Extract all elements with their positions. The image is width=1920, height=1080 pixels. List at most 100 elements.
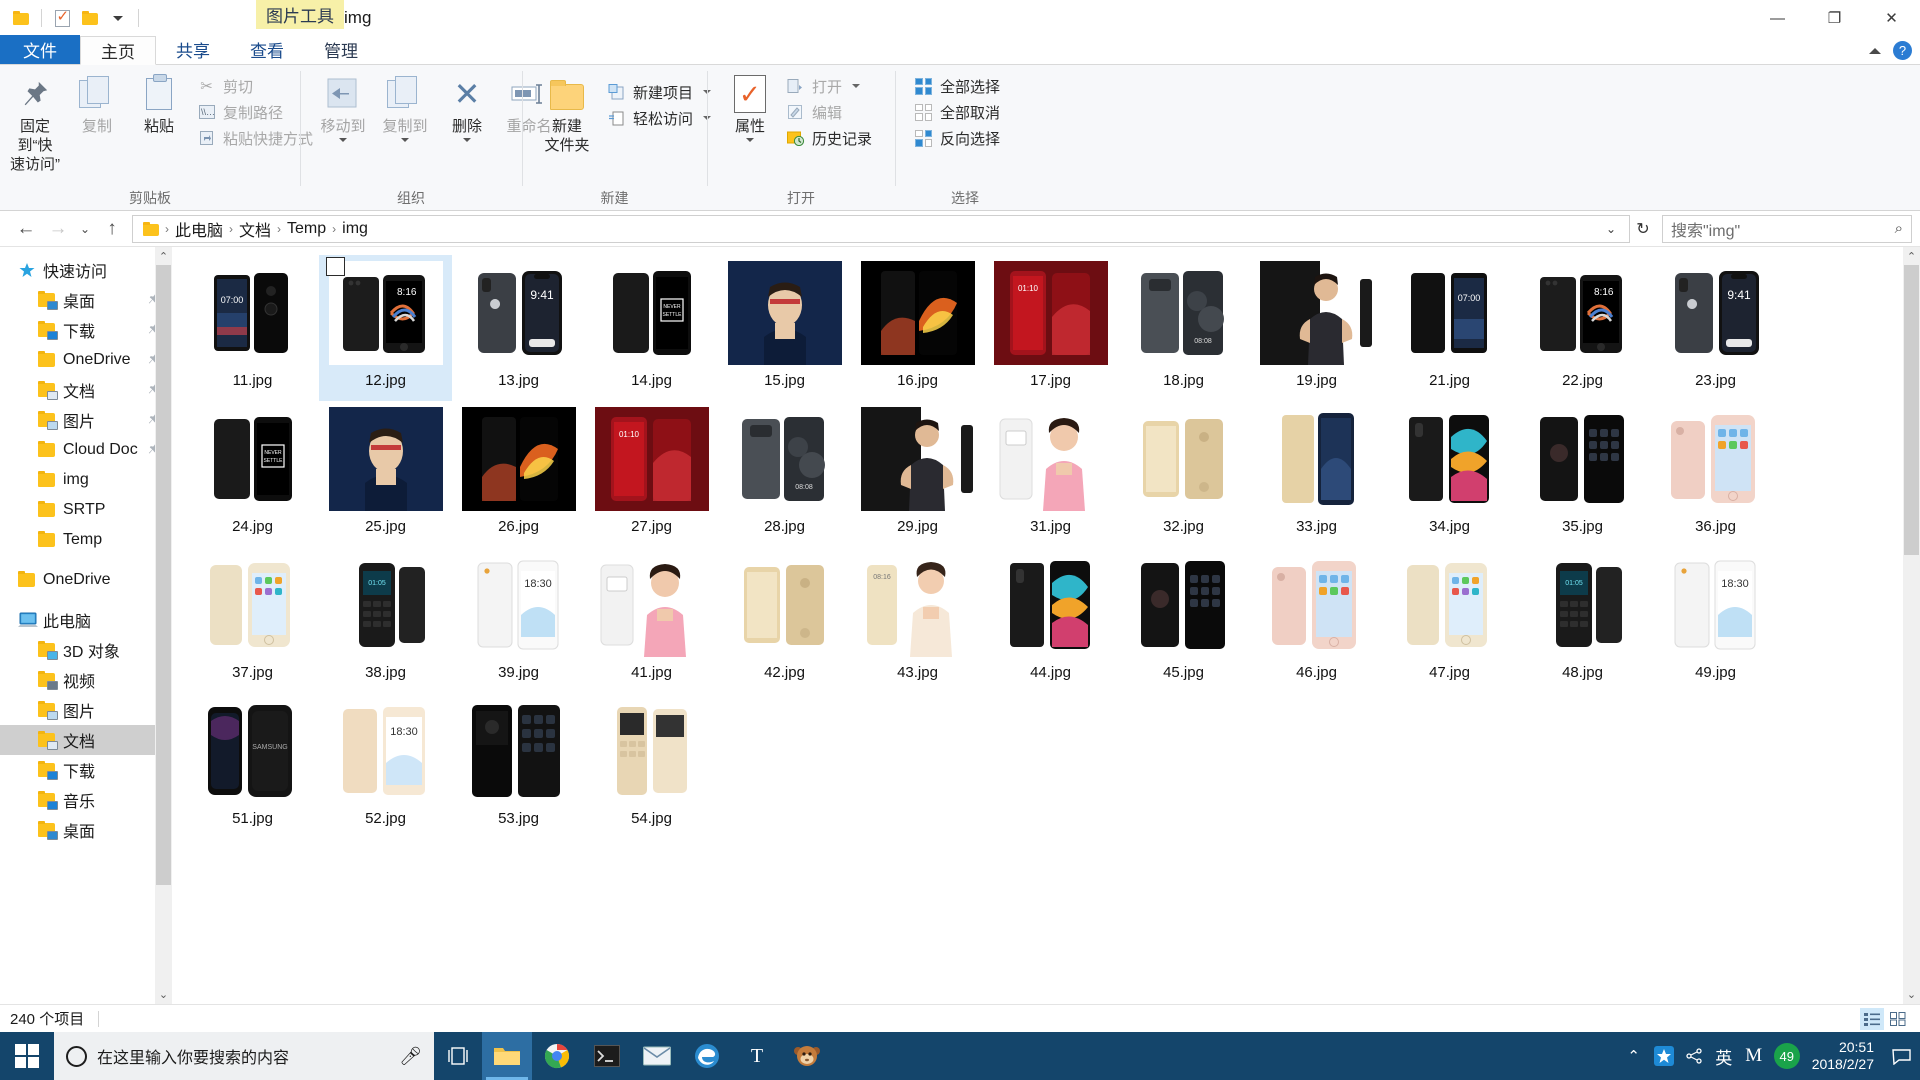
- breadcrumb-dropdown[interactable]: ⌄: [1599, 222, 1623, 236]
- folder-icon[interactable]: [8, 5, 34, 31]
- task-view-icon[interactable]: [434, 1032, 482, 1080]
- share-icon[interactable]: [1680, 1032, 1708, 1080]
- file-tile[interactable]: 25.jpg: [319, 401, 452, 547]
- file-tile[interactable]: 8:16 22.jpg: [1516, 255, 1649, 401]
- tab-manage[interactable]: 管理: [304, 35, 378, 64]
- file-tile[interactable]: 01:05 48.jpg: [1516, 547, 1649, 693]
- file-tile[interactable]: 16.jpg: [851, 255, 984, 401]
- scroll-up-icon[interactable]: ⌃: [1907, 247, 1916, 266]
- sidebar-item-视频[interactable]: 视频: [0, 665, 172, 695]
- file-tile[interactable]: 34.jpg: [1383, 401, 1516, 547]
- easy-access-button[interactable]: 轻松访问: [600, 105, 718, 131]
- invert-selection-button[interactable]: 反向选择: [907, 125, 1007, 151]
- chevron-down-icon[interactable]: [339, 138, 347, 142]
- edit-button[interactable]: 编辑: [779, 99, 879, 125]
- file-tile[interactable]: 37.jpg: [186, 547, 319, 693]
- sidebar-item-下载[interactable]: 下载: [0, 755, 172, 785]
- chevron-down-icon[interactable]: ⌄: [1599, 222, 1623, 236]
- file-tile[interactable]: 42.jpg: [718, 547, 851, 693]
- file-tile[interactable]: 46.jpg: [1250, 547, 1383, 693]
- up-button[interactable]: ↑: [96, 214, 128, 244]
- taskbar-app-monkey[interactable]: [782, 1032, 832, 1080]
- file-tile[interactable]: 9:41 23.jpg: [1649, 255, 1782, 401]
- taskbar-app-file-explorer[interactable]: [482, 1032, 532, 1080]
- sidebar-item-img[interactable]: img: [0, 465, 172, 495]
- battery-status-badge[interactable]: 49: [1770, 1032, 1804, 1080]
- file-tile[interactable]: SAMSUNG 51.jpg: [186, 693, 319, 839]
- chevron-down-icon[interactable]: [463, 138, 471, 142]
- file-tile[interactable]: 8:16 12.jpg: [319, 255, 452, 401]
- file-tile[interactable]: 15.jpg: [718, 255, 851, 401]
- sidebar-item-音乐[interactable]: 音乐: [0, 785, 172, 815]
- file-tile[interactable]: 36.jpg: [1649, 401, 1782, 547]
- file-tile[interactable]: 01:10 17.jpg: [984, 255, 1117, 401]
- breadcrumb[interactable]: › 此电脑 › 文档 › Temp › img ⌄: [132, 214, 1630, 243]
- sidebar-item-onedrive[interactable]: OneDrive: [0, 565, 172, 595]
- new-folder-button[interactable]: 新建 文件夹: [534, 71, 600, 188]
- sidebar-item-文档[interactable]: 文档: [0, 725, 172, 755]
- large-icons-view-icon[interactable]: [1886, 1008, 1910, 1030]
- back-button[interactable]: ←: [10, 214, 42, 244]
- file-tile[interactable]: 35.jpg: [1516, 401, 1649, 547]
- notification-icon[interactable]: [1886, 1032, 1916, 1080]
- show-hidden-icons-button[interactable]: ⌃: [1620, 1032, 1648, 1080]
- help-icon[interactable]: ?: [1893, 41, 1912, 60]
- file-tile[interactable]: 08:16 43.jpg: [851, 547, 984, 693]
- sidebar-item-temp[interactable]: Temp: [0, 525, 172, 555]
- file-tile[interactable]: 18:30 39.jpg: [452, 547, 585, 693]
- select-none-button[interactable]: 全部取消: [907, 99, 1007, 125]
- sidebar-item-文档[interactable]: 文档: [0, 375, 172, 405]
- start-button[interactable]: [0, 1032, 54, 1080]
- ime-mode-indicator[interactable]: M: [1740, 1032, 1768, 1080]
- chevron-down-icon[interactable]: [852, 84, 861, 88]
- recent-locations-icon[interactable]: ⌄: [74, 214, 96, 244]
- copy-to-button[interactable]: 复制到: [374, 71, 436, 188]
- maximize-button[interactable]: ❐: [1806, 0, 1863, 36]
- sidebar-item-图片[interactable]: 图片: [0, 695, 172, 725]
- chevron-down-icon[interactable]: [746, 138, 754, 142]
- chevron-down-icon[interactable]: [401, 138, 409, 142]
- properties-button[interactable]: 属性: [721, 71, 779, 188]
- move-to-button[interactable]: 移动到: [312, 71, 374, 188]
- search-input[interactable]: 搜索"img" ⌕: [1662, 214, 1912, 243]
- refresh-button[interactable]: ↻: [1630, 216, 1656, 242]
- file-tile[interactable]: 53.jpg: [452, 693, 585, 839]
- scrollbar-thumb[interactable]: [156, 265, 171, 885]
- content-scrollbar[interactable]: ⌃ ⌄: [1903, 247, 1920, 1004]
- close-button[interactable]: ✕: [1863, 0, 1920, 36]
- breadcrumb-item-this-pc[interactable]: 此电脑: [170, 217, 228, 241]
- file-tile[interactable]: 47.jpg: [1383, 547, 1516, 693]
- breadcrumb-item-img[interactable]: img: [337, 217, 373, 241]
- select-all-button[interactable]: 全部选择: [907, 73, 1007, 99]
- tab-home[interactable]: 主页: [80, 36, 156, 65]
- breadcrumb-item-documents[interactable]: 文档: [234, 217, 276, 241]
- breadcrumb-item-temp[interactable]: Temp: [282, 217, 331, 241]
- sidebar-item-onedrive[interactable]: OneDrive: [0, 345, 172, 375]
- tab-share[interactable]: 共享: [156, 35, 230, 64]
- ime-language-indicator[interactable]: 英: [1710, 1032, 1738, 1080]
- scrollbar-thumb[interactable]: [1904, 265, 1919, 555]
- blue-star-icon[interactable]: [1650, 1032, 1678, 1080]
- file-tile[interactable]: 32.jpg: [1117, 401, 1250, 547]
- taskbar-app-terminal[interactable]: [582, 1032, 632, 1080]
- taskbar-app-mail[interactable]: [632, 1032, 682, 1080]
- sidebar-item-下载[interactable]: 下载: [0, 315, 172, 345]
- scroll-down-icon[interactable]: ⌄: [159, 985, 168, 1004]
- sidebar-item-3d-对象[interactable]: 3D 对象: [0, 635, 172, 665]
- customize-chevron-icon[interactable]: [105, 5, 131, 31]
- file-tile[interactable]: 19.jpg: [1250, 255, 1383, 401]
- file-tile[interactable]: 31.jpg: [984, 401, 1117, 547]
- tab-file[interactable]: 文件: [0, 35, 80, 64]
- file-tile[interactable]: 33.jpg: [1250, 401, 1383, 547]
- sidebar-item-图片[interactable]: 图片: [0, 405, 172, 435]
- scroll-down-icon[interactable]: ⌄: [1907, 985, 1916, 1004]
- taskbar-app-typora[interactable]: T: [732, 1032, 782, 1080]
- file-tile[interactable]: 54.jpg: [585, 693, 718, 839]
- microphone-icon[interactable]: 🎤︎: [399, 1046, 422, 1067]
- open-button[interactable]: 打开: [779, 73, 879, 99]
- paste-button[interactable]: 粘贴: [128, 71, 190, 188]
- clock[interactable]: 20:51 2018/2/27: [1806, 1039, 1884, 1073]
- file-tile[interactable]: 07:00 11.jpg: [186, 255, 319, 401]
- file-tile[interactable]: 44.jpg: [984, 547, 1117, 693]
- sidebar-item-srtp[interactable]: SRTP: [0, 495, 172, 525]
